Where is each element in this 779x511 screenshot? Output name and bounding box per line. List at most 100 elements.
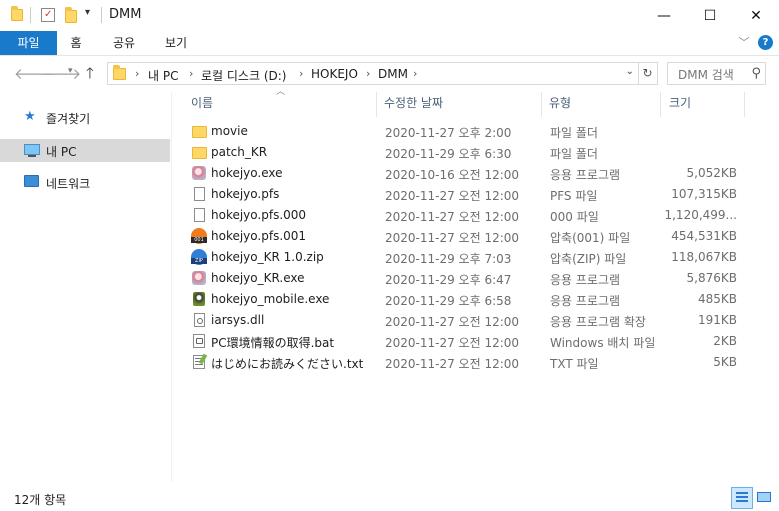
file-type: 파일 폴더 (550, 126, 598, 140)
file-size: 107,315KB (671, 187, 737, 201)
file-type: TXT 파일 (550, 357, 599, 371)
file-row[interactable]: movie 2020-11-27 오후 2:00 파일 폴더 (187, 121, 747, 142)
title-bar: ✓ ▾ DMM — ☐ ✕ (0, 0, 779, 31)
file-row[interactable]: hokejyo_KR.exe 2020-11-29 오후 6:47 응용 프로그램 5… (187, 268, 747, 289)
file-row[interactable]: hokejyo.pfs 2020-11-27 오전 12:00 PFS 파일 107,… (187, 184, 747, 205)
maximize-button[interactable]: ☐ (687, 0, 733, 31)
file-type: PFS 파일 (550, 189, 598, 203)
search-box[interactable]: DMM 검색 ⚲ (667, 62, 766, 85)
file-row[interactable]: hokejyo_mobile.exe 2020-11-29 오후 6:58 응용 프… (187, 289, 747, 310)
file-date: 2020-11-27 오전 12:00 (385, 357, 520, 371)
breadcrumb-dmm[interactable]: DMM (378, 67, 408, 81)
column-header-name[interactable]: 이름 (191, 94, 376, 116)
breadcrumb-chevron-icon[interactable]: › (366, 67, 370, 80)
nav-network[interactable]: 네트워크 (0, 171, 170, 194)
column-header-size[interactable]: 크기 (669, 94, 744, 116)
nav-label: 즐겨찾기 (46, 112, 91, 126)
expand-ribbon-icon[interactable]: ﹀ (735, 31, 753, 55)
file-name: PC環境情報の取得.bat (211, 336, 335, 350)
column-divider[interactable] (541, 92, 542, 117)
file-size: 118,067KB (671, 250, 737, 264)
breadcrumb-chevron-icon[interactable]: › (189, 67, 193, 80)
file-date: 2020-11-27 오전 12:00 (385, 210, 520, 224)
breadcrumb-local-disk[interactable]: 로컬 디스크 (D:) (201, 67, 286, 84)
file-type: 000 파일 (550, 210, 599, 224)
nav-this-pc[interactable]: 내 PC (0, 139, 170, 162)
file-type: 응용 프로그램 (550, 168, 621, 182)
file-row[interactable]: 001 hokejyo.pfs.001 2020-11-27 오전 12:00 압축(… (187, 226, 747, 247)
file-type: Windows 배치 파일 (550, 336, 656, 350)
column-divider[interactable] (376, 92, 377, 117)
close-button[interactable]: ✕ (733, 0, 779, 31)
file-size: 1,120,499... (664, 208, 737, 222)
file-date: 2020-11-27 오후 2:00 (385, 126, 512, 140)
column-divider[interactable] (744, 92, 745, 117)
file-date: 2020-11-29 오후 6:30 (385, 147, 512, 161)
folder-icon (11, 6, 23, 21)
nav-label: 네트워크 (46, 177, 91, 191)
star-icon: ★ (24, 109, 36, 124)
file-row[interactable]: PC環境情報の取得.bat 2020-11-27 오전 12:00 Windows … (187, 331, 747, 352)
address-bar[interactable]: › 내 PC › 로컬 디스크 (D:) › HOKEJO › DMM › ⌄ (107, 62, 639, 85)
file-name: hokejyo.pfs (211, 187, 280, 201)
file-row[interactable]: はじめにお読みください.txt 2020-11-27 오전 12:00 TXT 파일… (187, 352, 747, 373)
breadcrumb-this-pc[interactable]: 내 PC (148, 67, 178, 84)
column-header-type[interactable]: 유형 (549, 94, 657, 116)
file-date: 2020-11-29 오후 7:03 (385, 252, 512, 266)
file-date: 2020-11-27 오전 12:00 (385, 231, 520, 245)
archive-001-icon: 001 (191, 228, 207, 244)
customize-quick-access-icon[interactable]: ▾ (85, 7, 90, 18)
tab-home[interactable]: 홈 (61, 31, 91, 55)
file-name: hokejyo_KR.exe (211, 271, 305, 285)
file-name: hokejyo.exe (211, 166, 283, 180)
breadcrumb-chevron-icon[interactable]: › (135, 67, 139, 80)
file-icon (191, 207, 207, 223)
file-row[interactable]: hokejyo.pfs.000 2020-11-27 오전 12:00 000 파일… (187, 205, 747, 226)
file-type: 응용 프로그램 (550, 273, 621, 287)
help-icon[interactable]: ? (758, 35, 773, 50)
forward-button[interactable]: 🡒 (41, 64, 81, 83)
file-type: 파일 폴더 (550, 147, 598, 161)
tab-view[interactable]: 보기 (158, 31, 194, 55)
search-placeholder: DMM 검색 (678, 68, 734, 82)
folder-icon (191, 123, 207, 139)
file-row[interactable]: hokejyo.exe 2020-10-16 오전 12:00 응용 프로그램 5,0… (187, 163, 747, 184)
refresh-button[interactable]: ↻ (638, 62, 658, 85)
file-name: hokejyo.pfs.001 (211, 229, 307, 243)
file-row[interactable]: iarsys.dll 2020-11-27 오전 12:00 응용 프로그램 확장 1… (187, 310, 747, 331)
properties-icon[interactable]: ✓ (41, 8, 55, 22)
file-name: hokejyo.pfs.000 (211, 208, 307, 222)
new-folder-icon[interactable] (65, 7, 77, 23)
minimize-button[interactable]: — (641, 0, 687, 31)
toolbar-divider (30, 7, 31, 23)
breadcrumb-chevron-icon[interactable]: › (413, 67, 417, 80)
column-divider[interactable] (660, 92, 661, 117)
details-view-button[interactable] (731, 487, 753, 509)
app-icon (191, 165, 207, 181)
file-date: 2020-11-27 오전 12:00 (385, 315, 520, 329)
nav-quick-access[interactable]: ★ 즐겨찾기 (0, 106, 170, 129)
column-header-date[interactable]: 수정한 날짜 (384, 94, 539, 116)
recent-locations-icon[interactable]: ▾ (68, 66, 73, 76)
pane-splitter[interactable] (171, 92, 172, 482)
search-icon: ⚲ (751, 66, 761, 81)
file-name: movie (211, 124, 248, 138)
folder-icon (113, 65, 126, 80)
file-icon (191, 186, 207, 202)
large-icons-view-button[interactable] (754, 487, 776, 509)
file-date: 2020-10-16 오전 12:00 (385, 168, 520, 182)
file-row[interactable]: patch_KR 2020-11-29 오후 6:30 파일 폴더 (187, 142, 747, 163)
file-name: iarsys.dll (211, 313, 265, 327)
address-dropdown-icon[interactable]: ⌄ (626, 66, 634, 77)
file-row[interactable]: ZIP hokejyo_KR 1.0.zip 2020-11-29 오후 7:03 압… (187, 247, 747, 268)
nav-label: 내 PC (46, 145, 77, 159)
breadcrumb-hokejo[interactable]: HOKEJO (311, 67, 358, 81)
toolbar-divider (101, 7, 102, 23)
navigation-pane: ★ 즐겨찾기 내 PC 네트워크 (0, 92, 170, 482)
file-name: hokejyo_KR 1.0.zip (211, 250, 324, 264)
up-button[interactable]: 🡑 (86, 63, 94, 88)
breadcrumb-chevron-icon[interactable]: › (299, 67, 303, 80)
file-size: 5,052KB (686, 166, 737, 180)
tab-file[interactable]: 파일 (0, 31, 57, 55)
tab-share[interactable]: 공유 (106, 31, 142, 55)
